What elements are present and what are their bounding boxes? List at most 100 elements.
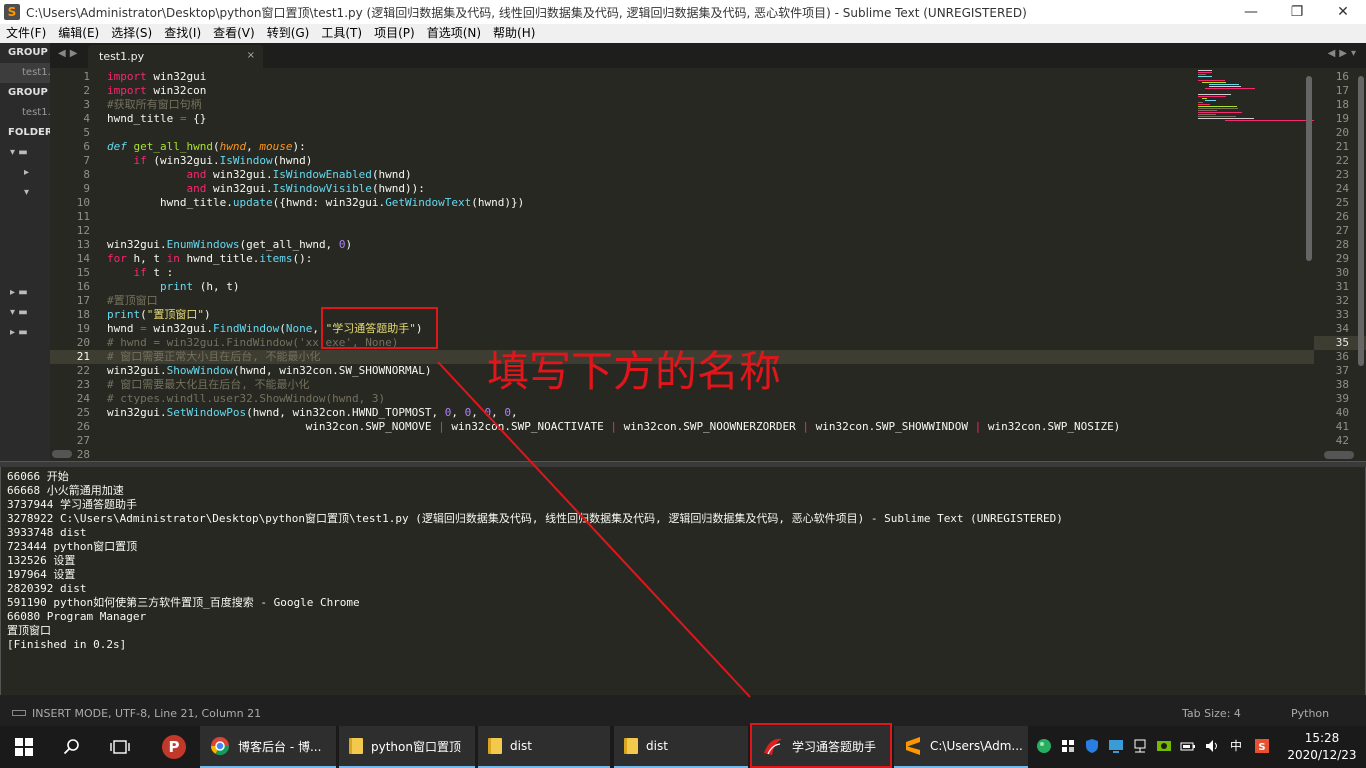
status-syntax[interactable]: Python (1291, 707, 1329, 720)
line-number: 25 (76, 406, 90, 419)
menu-edit[interactable]: 编辑(E) (52, 24, 105, 43)
line-number: 21 (76, 350, 90, 363)
sogou-input-icon[interactable]: S (1254, 738, 1270, 754)
menu-find[interactable]: 查找(I) (158, 24, 207, 43)
line-number: 41 (1335, 420, 1349, 433)
code-line[interactable]: hwnd = win32gui.FindWindow(None, "学习通答题助… (107, 322, 1207, 336)
tab-nav-arrows[interactable]: ◀▶ (58, 48, 81, 59)
code-line[interactable]: #置顶窗口 (107, 294, 1207, 308)
code-line[interactable]: print (h, t) (107, 280, 1207, 294)
flag-icon[interactable] (1060, 738, 1076, 754)
battery-icon[interactable] (1180, 738, 1196, 754)
folder-tree-node[interactable]: ▾ ▬ (0, 143, 50, 163)
search-icon[interactable] (48, 726, 96, 768)
minimap-line (1205, 88, 1255, 89)
tab-nav-arrows-right[interactable]: ◀▶▾ (1328, 48, 1360, 59)
folder-tree-node[interactable]: ▾ (0, 183, 50, 203)
taskbar-app-folder[interactable]: python窗口置顶 (339, 726, 475, 768)
right-editor-pane[interactable]: 16 17 18 19 20 21 22 23 24 25 26 27 28 29 30 31 32 33 34 35… (1314, 68, 1366, 461)
clock-time: 15:28 (1304, 731, 1340, 745)
code-line[interactable] (107, 434, 1207, 448)
annotation-box-window-name (321, 307, 438, 349)
line-number: 32 (1335, 294, 1349, 307)
shield-icon[interactable] (1084, 738, 1100, 754)
horizontal-scrollbar[interactable] (1324, 451, 1354, 459)
horizontal-scrollbar[interactable] (50, 450, 1314, 460)
tab-test1-py[interactable]: test1.py × (88, 45, 263, 68)
task-view-icon[interactable] (96, 726, 144, 768)
folder-icon (488, 738, 502, 754)
code-line[interactable]: if t : (107, 266, 1207, 280)
menu-view[interactable]: 查看(V) (207, 24, 261, 43)
sidebar-file-group2[interactable]: test1.py (0, 103, 50, 123)
network-icon[interactable] (1132, 738, 1148, 754)
build-output-panel[interactable]: 66066 开始 66668 小火箭通用加速 3737944 学习通答题助手 3278… (0, 467, 1366, 695)
vertical-scrollbar[interactable] (1306, 76, 1312, 261)
taskbar-app-sublime[interactable]: C:\Users\Adm... (894, 726, 1028, 768)
green-globe-icon[interactable] (1036, 738, 1052, 754)
code-editor[interactable]: 1 2 3 4 5 6 7 8 9 10 11 12 13 14 15 16 17 18 19 20 21 22 23 24 2… (50, 68, 1314, 461)
ime-indicator[interactable]: 中 (1228, 738, 1244, 754)
line-number: 37 (1335, 364, 1349, 377)
code-line[interactable]: win32gui.EnumWindows(get_all_hwnd, 0) (107, 238, 1207, 252)
line-number: 28 (1335, 238, 1349, 251)
code-line[interactable]: and win32gui.IsWindowEnabled(hwnd) (107, 168, 1207, 182)
code-line[interactable]: import win32gui (107, 70, 1207, 84)
code-area[interactable]: import win32gui import win32con #获取所有窗口句柄 h… (107, 70, 1207, 461)
line-number: 40 (1335, 406, 1349, 419)
taskbar-app-folder[interactable]: dist (614, 726, 748, 768)
sidebar: GROUP 1 test1.py GROUP 2 test1.py FOLDER… (0, 43, 50, 463)
annotation-text: 填写下方的名称 (487, 347, 782, 396)
code-line[interactable]: print("置顶窗口") (107, 308, 1207, 322)
menu-help[interactable]: 帮助(H) (487, 24, 541, 43)
tab-close-icon[interactable]: × (247, 50, 255, 61)
close-button[interactable]: ✕ (1320, 0, 1366, 24)
menu-file[interactable]: 文件(F) (0, 24, 52, 43)
menu-project[interactable]: 项目(P) (368, 24, 421, 43)
code-line[interactable] (107, 210, 1207, 224)
vertical-scrollbar[interactable] (1358, 76, 1364, 366)
psiphon-icon[interactable]: P (150, 726, 198, 768)
code-line[interactable]: #获取所有窗口句柄 (107, 98, 1207, 112)
clock[interactable]: 15:28 2020/12/23 (1282, 730, 1362, 764)
volume-icon[interactable] (1204, 738, 1220, 754)
network-monitor-icon[interactable] (1108, 738, 1124, 754)
nvidia-icon[interactable] (1156, 738, 1172, 754)
line-number: 3 (83, 98, 90, 111)
menu-goto[interactable]: 转到(G) (261, 24, 316, 43)
minimap[interactable] (1198, 70, 1314, 150)
code-line[interactable]: hwnd_title.update({hwnd: win32gui.GetWin… (107, 196, 1207, 210)
taskbar-app-chrome[interactable]: 博客后台 - 博... (200, 726, 336, 768)
folder-tree-node[interactable]: ▸ ▬ (0, 323, 50, 343)
panel-toggle-icon[interactable] (12, 710, 26, 716)
output-line: 3737944 学习通答题助手 (7, 498, 137, 511)
code-line[interactable]: for h, t in hwnd_title.items(): (107, 252, 1207, 266)
restore-button[interactable]: ❐ (1274, 0, 1320, 24)
output-lines: 66066 开始 66668 小火箭通用加速 3737944 学习通答题助手 3278… (7, 470, 1063, 652)
code-line[interactable]: hwnd_title = {} (107, 112, 1207, 126)
menu-bar: 文件(F) 编辑(E) 选择(S) 查找(I) 查看(V) 转到(G) 工具(T… (0, 24, 1366, 43)
sublime-icon: S (4, 4, 20, 20)
line-number: 12 (76, 224, 90, 237)
line-number: 17 (1335, 84, 1349, 97)
folder-tree-node[interactable]: ▸ (0, 163, 50, 183)
taskbar-app-folder[interactable]: dist (478, 726, 610, 768)
code-line[interactable]: import win32con (107, 84, 1207, 98)
menu-preferences[interactable]: 首选项(N) (421, 24, 487, 43)
code-line[interactable]: win32con.SWP_NOMOVE | win32con.SWP_NOACT… (107, 420, 1207, 434)
minimize-button[interactable]: — (1228, 0, 1274, 24)
code-line[interactable]: and win32gui.IsWindowVisible(hwnd)): (107, 182, 1207, 196)
menu-tools[interactable]: 工具(T) (315, 24, 368, 43)
status-tab-size[interactable]: Tab Size: 4 (1182, 707, 1241, 720)
code-line[interactable] (107, 224, 1207, 238)
code-line[interactable]: def get_all_hwnd(hwnd, mouse): (107, 140, 1207, 154)
line-number: 42 (1335, 434, 1349, 447)
folder-tree-node[interactable]: ▾ ▬ (0, 303, 50, 323)
folder-tree-node[interactable]: ▸ ▬ (0, 283, 50, 303)
windows-start-icon[interactable] (0, 726, 48, 768)
sidebar-file-group1[interactable]: test1.py (0, 63, 50, 83)
menu-selection[interactable]: 选择(S) (105, 24, 158, 43)
code-line[interactable]: win32gui.SetWindowPos(hwnd, win32con.HWN… (107, 406, 1207, 420)
code-line[interactable]: if (win32gui.IsWindow(hwnd) (107, 154, 1207, 168)
code-line[interactable] (107, 126, 1207, 140)
